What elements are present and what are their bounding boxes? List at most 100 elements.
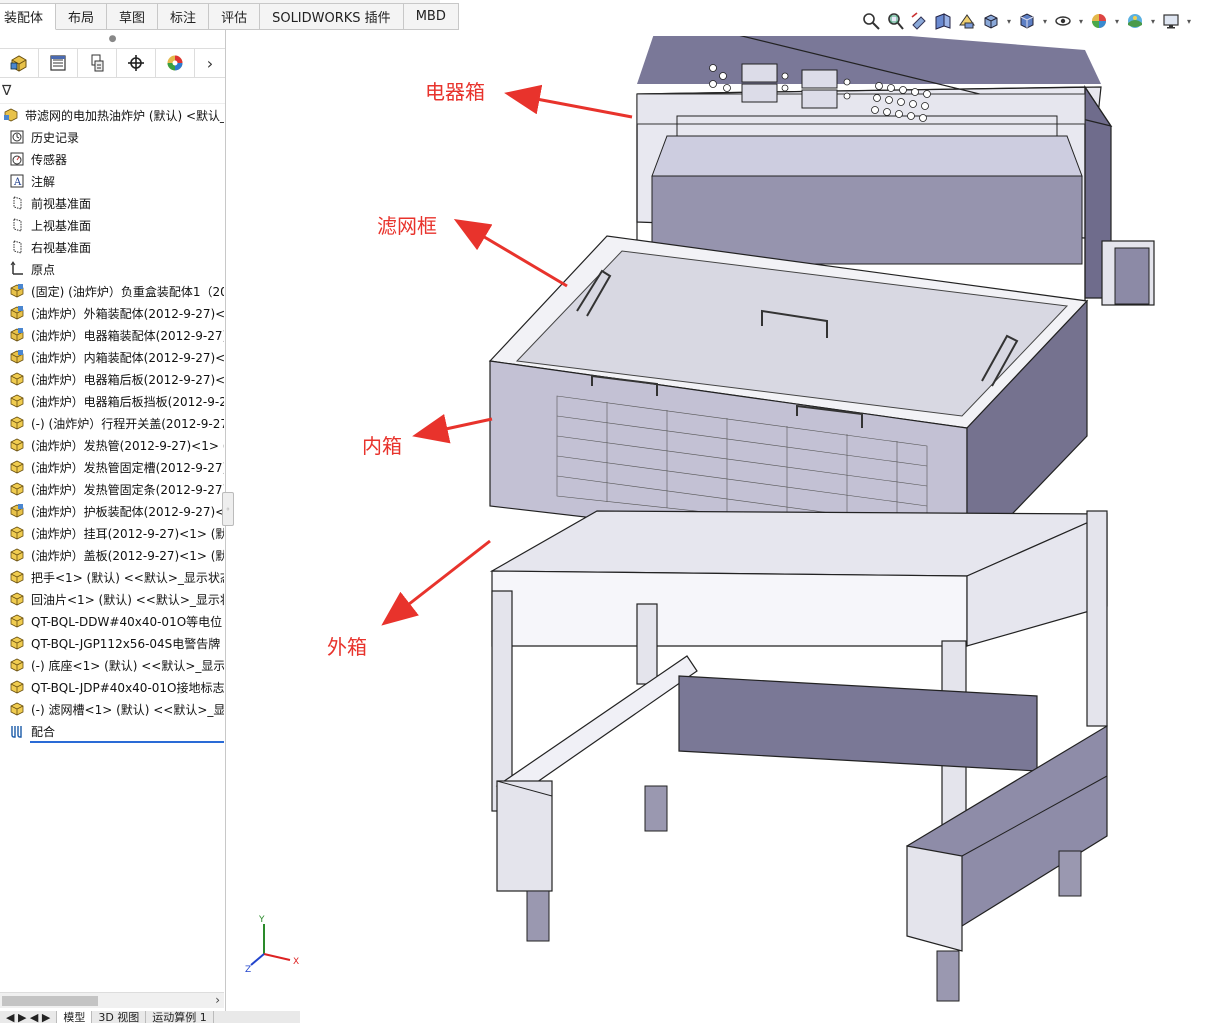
tree-item[interactable]: (固定) (油炸炉）负重盒装配体1（20 — [0, 280, 224, 302]
tree-item[interactable]: 历史记录 — [0, 126, 224, 148]
tab-motion-study[interactable]: 运动算例 1 — [146, 1011, 214, 1023]
chevron-down-icon[interactable]: ▾ — [1076, 17, 1086, 26]
chevron-down-icon[interactable]: ▾ — [1040, 17, 1050, 26]
tab-layout[interactable]: 布局 — [56, 3, 108, 30]
tree-item[interactable]: (油炸炉）发热管固定条(2012-9-27) — [0, 478, 224, 500]
feature-manager-icon[interactable] — [0, 49, 39, 77]
annotation-icon: A — [8, 172, 26, 190]
tab-assembly[interactable]: 装配体 — [0, 3, 57, 30]
plane-icon — [8, 216, 26, 234]
tree-item[interactable]: (油炸炉）电器箱装配体(2012-9-27) — [0, 324, 224, 346]
tree-item-label: (油炸炉）电器箱后板挡板(2012-9-2 — [31, 394, 224, 409]
tree-item[interactable]: (油炸炉）外箱装配体(2012-9-27)< — [0, 302, 224, 324]
dynamic-annotation-icon[interactable] — [956, 10, 978, 32]
tree-item-label: QT-BQL-JGP112x56-04S电警告牌 — [31, 636, 221, 651]
chevron-down-icon[interactable]: ▾ — [1004, 17, 1014, 26]
filter-icon[interactable]: ∇ — [2, 83, 11, 99]
panel-grip[interactable]: ● — [0, 30, 225, 48]
tree-item-label: (油炸炉）挂耳(2012-9-27)<1> (默 — [31, 526, 224, 541]
tree-item[interactable]: (-) (油炸炉）行程开关盖(2012-9-27 — [0, 412, 224, 434]
tree-item[interactable]: QT-BQL-JDP#40x40-01O接地标志 — [0, 676, 224, 698]
view-orientation-icon[interactable] — [980, 10, 1002, 32]
tree-item[interactable]: (油炸炉）内箱装配体(2012-9-27)< — [0, 346, 224, 368]
part-icon — [8, 458, 26, 476]
tree-item[interactable]: (-) 底座<1> (默认) <<默认>_显示 — [0, 654, 224, 676]
tree-item[interactable]: 带滤网的电加热油炸炉 (默认) <默认_显示 — [0, 104, 224, 126]
tab-3d-views[interactable]: 3D 视图 — [92, 1011, 147, 1023]
tab-sketch[interactable]: 草图 — [107, 3, 159, 30]
tree-item[interactable]: 上视基准面 — [0, 214, 224, 236]
display-style-icon[interactable] — [1016, 10, 1038, 32]
edit-appearance-icon[interactable] — [1088, 10, 1110, 32]
part-icon — [8, 370, 26, 388]
tree-item[interactable]: (油炸炉）护板装配体(2012-9-27)< — [0, 500, 224, 522]
previous-view-icon[interactable] — [908, 10, 930, 32]
hide-show-items-icon[interactable] — [1052, 10, 1074, 32]
tree-item-label: (油炸炉）电器箱后板(2012-9-27)< — [31, 372, 224, 387]
tree-item[interactable]: 右视基准面 — [0, 236, 224, 258]
rollback-bar[interactable] — [30, 741, 224, 743]
callout-electrical-box: 电器箱 — [425, 80, 485, 104]
tab-nav-arrows[interactable]: ◀ ▶ ◀ ▶ — [0, 1011, 58, 1023]
chevron-down-icon[interactable]: ▾ — [1112, 17, 1122, 26]
tab-solidworks-addins[interactable]: SOLIDWORKS 插件 — [260, 3, 404, 30]
feature-manager-panel: ● › ∇ 带滤网的电加热油炸炉 (默认) <默认_显示历史记录传感器 A 注解前视… — [0, 30, 226, 1023]
tree-item[interactable]: 回油片<1> (默认) <<默认>_显示状 — [0, 588, 224, 610]
property-manager-icon[interactable] — [39, 49, 78, 77]
tree-item[interactable]: QT-BQL-JGP112x56-04S电警告牌 — [0, 632, 224, 654]
tree-filter[interactable]: ∇ — [0, 78, 225, 104]
tree-item-label: 右视基准面 — [31, 240, 92, 255]
tree-item[interactable]: (-) 滤网槽<1> (默认) <<默认>_显示 — [0, 698, 224, 720]
configuration-manager-icon[interactable] — [78, 49, 117, 77]
view-settings-icon[interactable] — [1160, 10, 1182, 32]
panel-tabs: › — [0, 48, 225, 78]
tree-item[interactable]: (油炸炉）发热管(2012-9-27)<1> ( — [0, 434, 224, 456]
tree-item-label: (油炸炉）护板装配体(2012-9-27)< — [31, 504, 224, 519]
tree-item-label: (-) 底座<1> (默认) <<默认>_显示 — [31, 658, 224, 673]
chevron-down-icon[interactable]: ▾ — [1184, 17, 1194, 26]
tree-item-label: 配合 — [31, 724, 56, 739]
tree-item[interactable]: 原点 — [0, 258, 224, 280]
tree-item[interactable]: 传感器 — [0, 148, 224, 170]
part-icon — [8, 480, 26, 498]
sensor-icon — [8, 150, 26, 168]
tab-mbd[interactable]: MBD — [403, 3, 459, 30]
tree-item[interactable]: (油炸炉）发热管固定槽(2012-9-27) — [0, 456, 224, 478]
graphics-viewport[interactable]: Y X Z 电器箱 滤网框 内箱 外箱 — [227, 36, 1225, 1023]
tab-evaluate[interactable]: 评估 — [209, 3, 261, 30]
tree-item[interactable]: A 注解 — [0, 170, 224, 192]
scrollbar-thumb[interactable] — [2, 996, 98, 1006]
triad-x-label: X — [293, 957, 299, 967]
zoom-area-icon[interactable] — [884, 10, 906, 32]
tree-item-label: 上视基准面 — [31, 218, 92, 233]
tree-item[interactable]: (油炸炉）挂耳(2012-9-27)<1> (默 — [0, 522, 224, 544]
tree-item-label: (-) (油炸炉）行程开关盖(2012-9-27 — [31, 416, 224, 431]
tab-markup[interactable]: 标注 — [158, 3, 210, 30]
mates-icon — [8, 722, 26, 740]
reference-triad: Y X Z — [245, 915, 299, 975]
apply-scene-icon[interactable] — [1124, 10, 1146, 32]
tree-item[interactable]: 前视基准面 — [0, 192, 224, 214]
heads-up-view-toolbar: ▾ ▾ ▾ ▾ ▾ ▾ — [860, 8, 1220, 34]
tree-item[interactable]: QT-BQL-DDW#40x40-01O等电位 — [0, 610, 224, 632]
dimxpert-icon[interactable] — [117, 49, 156, 77]
horizontal-scrollbar[interactable]: › — [0, 992, 224, 1008]
tree-item[interactable]: (油炸炉）电器箱后板挡板(2012-9-2 — [0, 390, 224, 412]
tree-item-label: (油炸炉）外箱装配体(2012-9-27)< — [31, 306, 224, 321]
subassembly-icon — [8, 348, 26, 366]
display-manager-icon[interactable] — [156, 49, 195, 77]
tab-model[interactable]: 模型 — [57, 1011, 93, 1023]
chevron-right-icon[interactable]: › — [195, 49, 225, 77]
tree-item-label: 带滤网的电加热油炸炉 (默认) <默认_显示 — [25, 108, 224, 123]
svg-text:A: A — [13, 177, 22, 188]
chevron-down-icon[interactable]: ▾ — [1148, 17, 1158, 26]
subassembly-icon — [8, 304, 26, 322]
zoom-to-fit-icon[interactable] — [860, 10, 882, 32]
part-icon — [8, 634, 26, 652]
tree-item[interactable]: (油炸炉）盖板(2012-9-27)<1> (默 — [0, 544, 224, 566]
tree-item[interactable]: (油炸炉）电器箱后板(2012-9-27)< — [0, 368, 224, 390]
section-view-icon[interactable] — [932, 10, 954, 32]
scroll-right-arrow-icon[interactable]: › — [215, 993, 220, 1007]
tree-item[interactable]: 配合 — [0, 720, 224, 742]
tree-item[interactable]: 把手<1> (默认) <<默认>_显示状态 — [0, 566, 224, 588]
